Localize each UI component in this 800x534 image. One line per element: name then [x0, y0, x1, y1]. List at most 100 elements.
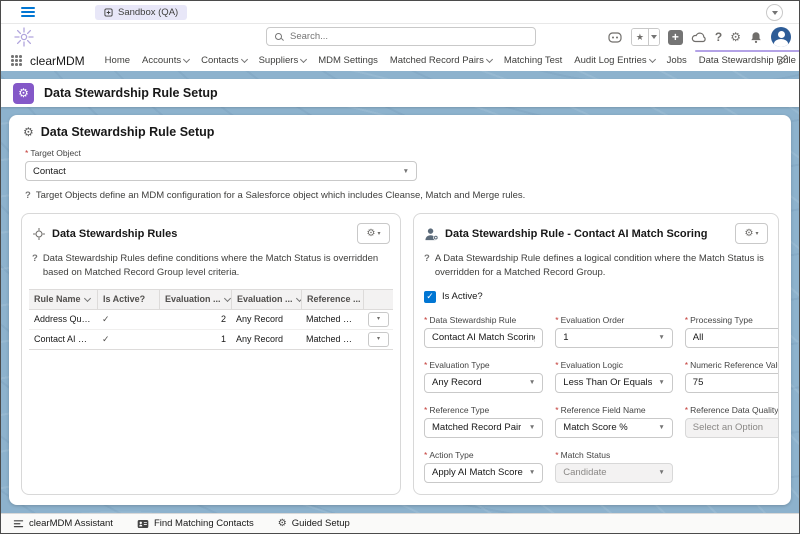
is-active-row: ✓ Is Active?	[424, 291, 768, 303]
cell-evaluation-order: 2	[159, 314, 231, 324]
help-question-icon: ?	[25, 189, 31, 203]
global-actions: ★ + ? ⚙	[607, 27, 791, 47]
help-question-icon: ?	[424, 252, 430, 280]
setup-card-title: Data Stewardship Rule Setup	[41, 125, 215, 139]
target-object-label: *Target Object	[21, 148, 779, 158]
match-status-select: Candidate▼	[555, 463, 673, 483]
tab-audit-log-entries[interactable]: Audit Log Entries	[568, 50, 660, 71]
field-evaluation-logic: *Evaluation Logic Less Than Or Equals▼	[555, 360, 673, 393]
rules-table-body: Address Quality ... ✓ 2 Any Record Match…	[29, 310, 393, 350]
page-gear-icon: ⚙	[13, 83, 34, 104]
tab-matched-record-pairs[interactable]: Matched Record Pairs	[384, 50, 498, 71]
data-stewardship-rule-input[interactable]	[424, 328, 543, 348]
utility-find-matching-contacts[interactable]: Find Matching Contacts	[137, 518, 254, 529]
utility-clearmdm-assistant[interactable]: clearMDM Assistant	[13, 518, 113, 529]
rules-settings-menu-button[interactable]: ⚙ ▾	[357, 223, 390, 244]
global-actions-button[interactable]: +	[668, 30, 683, 45]
evaluation-order-select[interactable]: 1▼	[555, 328, 673, 348]
processing-type-select[interactable]: All▼	[685, 328, 779, 348]
evaluation-logic-select[interactable]: Less Than Or Equals▼	[555, 373, 673, 393]
help-icon[interactable]: ?	[715, 30, 722, 44]
cell-rule-name: Address Quality ...	[29, 314, 97, 324]
caret-down-icon: ▼	[658, 469, 664, 476]
chevron-down-icon	[651, 35, 657, 39]
notifications-bell-icon[interactable]	[749, 30, 763, 45]
cell-reference: Matched Record...	[301, 334, 363, 344]
numeric-reference-value-input[interactable]	[685, 373, 779, 393]
table-row[interactable]: Address Quality ... ✓ 2 Any Record Match…	[29, 310, 393, 330]
tab-contacts[interactable]: Contacts	[195, 50, 253, 71]
user-avatar[interactable]	[771, 27, 791, 47]
utility-guided-setup[interactable]: ⚙ Guided Setup	[278, 518, 350, 529]
cell-is-active-check-icon: ✓	[97, 334, 159, 345]
action-type-select[interactable]: Apply AI Match Score▼	[424, 463, 543, 483]
app-launcher-icon[interactable]	[11, 55, 22, 66]
cell-is-active-check-icon: ✓	[97, 314, 159, 325]
field-reference-type: *Reference Type Matched Record Pair▼	[424, 405, 543, 438]
favorites-menu-button[interactable]	[648, 29, 659, 45]
global-search[interactable]	[266, 27, 536, 46]
einstein-assistant-icon[interactable]	[607, 30, 623, 44]
tab-mdm-settings[interactable]: MDM Settings	[312, 50, 384, 71]
column-evaluation-type[interactable]: Evaluation ...	[231, 290, 301, 309]
utility-bar: clearMDM Assistant Find Matching Contact…	[1, 513, 799, 533]
target-object-help: ? Target Objects define an MDM configura…	[21, 189, 779, 203]
app-nav-bar: clearMDM Home Accounts Contacts Supplier…	[1, 50, 799, 72]
cell-evaluation-type: Any Record	[231, 314, 301, 324]
evaluation-type-select[interactable]: Any Record▼	[424, 373, 543, 393]
tab-jobs[interactable]: Jobs	[661, 50, 693, 71]
caret-down-icon: ▼	[529, 379, 535, 386]
table-row[interactable]: Contact AI Matc... ✓ 1 Any Record Matche…	[29, 330, 393, 350]
row-actions-menu-button[interactable]: ▾	[368, 332, 389, 347]
sort-chevron-icon	[295, 295, 301, 302]
column-rule-name[interactable]: Rule Name	[29, 290, 97, 309]
edit-nav-pencil-icon[interactable]	[777, 54, 789, 66]
sandbox-icon	[104, 8, 113, 17]
chevron-down-icon	[772, 11, 778, 15]
user-gear-icon	[424, 227, 439, 241]
tab-matching-test[interactable]: Matching Test	[498, 50, 568, 71]
rules-panel-help: ? Data Stewardship Rules define conditio…	[32, 252, 390, 280]
cell-rule-name: Contact AI Matc...	[29, 334, 97, 344]
sort-chevron-icon	[223, 295, 230, 302]
favorite-star-button[interactable]: ★	[632, 29, 648, 45]
gear-icon: ⚙	[23, 126, 34, 138]
detail-settings-menu-button[interactable]: ⚙ ▾	[735, 223, 768, 244]
caret-down-icon: ▼	[658, 334, 664, 341]
setup-gear-icon[interactable]: ⚙	[730, 31, 741, 43]
rules-table-header: Rule Name Is Active? Evaluation ... Eval…	[29, 289, 393, 310]
gear-icon: ⚙	[745, 229, 754, 239]
column-is-active[interactable]: Is Active?	[97, 290, 159, 309]
tab-suppliers[interactable]: Suppliers	[253, 50, 313, 71]
cloud-icon[interactable]	[691, 31, 707, 43]
chevron-down-icon	[183, 56, 190, 63]
reference-type-select[interactable]: Matched Record Pair▼	[424, 418, 543, 438]
page-title: Data Stewardship Rule Setup	[44, 86, 218, 100]
target-object-select[interactable]: Contact ▼	[25, 161, 417, 181]
column-evaluation-order[interactable]: Evaluation ...	[159, 290, 231, 309]
page-background: ⚙ Data Stewardship Rule Setup ⚙ Data Ste…	[1, 71, 799, 533]
hamburger-menu-icon[interactable]	[21, 7, 35, 17]
field-match-status: *Match Status Candidate▼	[555, 450, 673, 483]
tab-accounts[interactable]: Accounts	[136, 50, 195, 71]
field-processing-type: *Processing Type All▼	[685, 315, 779, 348]
sandbox-badge[interactable]: Sandbox (QA)	[95, 5, 187, 20]
panels-row: Data Stewardship Rules ⚙ ▾ ? Data Stewar…	[21, 213, 779, 495]
field-reference-field-name: *Reference Field Name Match Score %▼	[555, 405, 673, 438]
detail-panel-header: Data Stewardship Rule - Contact AI Match…	[424, 223, 768, 244]
rule-detail-panel: Data Stewardship Rule - Contact AI Match…	[413, 213, 779, 495]
gear-icon: ⚙	[278, 519, 287, 529]
caret-down-icon: ▼	[529, 469, 535, 476]
chevron-down-icon	[486, 56, 493, 63]
search-input[interactable]	[288, 30, 535, 43]
help-question-icon: ?	[32, 252, 38, 280]
is-active-checkbox[interactable]: ✓	[424, 291, 436, 303]
caret-down-icon: ▼	[658, 424, 664, 431]
collapse-bar-button[interactable]	[766, 4, 783, 21]
reference-field-name-select[interactable]: Match Score %▼	[555, 418, 673, 438]
tab-home[interactable]: Home	[99, 50, 136, 71]
column-reference[interactable]: Reference ...	[301, 290, 363, 309]
row-actions-menu-button[interactable]: ▾	[368, 312, 389, 327]
chevron-down-icon	[649, 56, 656, 63]
plus-icon: +	[672, 31, 679, 43]
